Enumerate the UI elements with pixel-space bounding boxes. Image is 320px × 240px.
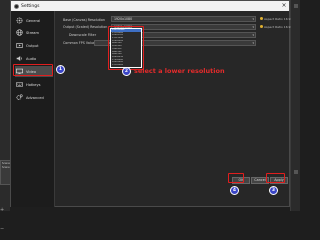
sidebar-item-label: General [26,18,41,23]
downscale-filter-row: Downscale Filter [69,31,96,38]
step-badge-2: 2 [122,67,131,76]
obs-logo-icon [14,3,19,9]
gear-icon [15,17,23,25]
ok-highlight-box [228,173,244,183]
video-highlight-box [13,64,53,76]
apply-highlight-box [266,173,285,183]
add-scene-button[interactable]: + [0,207,4,213]
scroll-down-icon[interactable] [294,170,298,174]
sidebar-item-label: Hotkeys [26,82,41,87]
globe-icon [15,29,23,37]
base-aspect-text: Aspect Ratio 16:9 [264,17,291,21]
settings-sidebar: General Stream Output Audio Video Hotkey… [11,11,55,207]
base-resolution-value: 1920x1080 [114,17,133,21]
step-badge-4: 4 [230,186,239,195]
remove-scene-button[interactable]: − [0,226,4,232]
info-icon [260,17,263,20]
scroll-up-icon[interactable] [294,4,298,8]
sidebar-item-output[interactable]: Output [15,40,53,51]
sidebar-item-advanced[interactable]: Advanced [15,92,53,103]
window-title: Settings [21,3,40,9]
output-icon [15,42,23,50]
base-resolution-select[interactable]: 1920x1080 ▾ [111,16,256,22]
info-icon [260,25,263,28]
step-badge-1: 1 [56,65,65,74]
chevron-down-icon: ▾ [252,41,254,45]
speaker-icon [15,55,23,63]
sidebar-item-label: Advanced [26,95,44,100]
fps-label: Common FPS Values [63,40,97,45]
sidebar-item-stream[interactable]: Stream [15,27,53,38]
chevron-down-icon: ▾ [252,25,254,29]
output-resolution-label: Output (Scaled) Resolution [63,24,108,29]
sidebar-item-hotkeys[interactable]: Hotkeys [15,79,53,90]
title-bar: Settings × [11,1,289,11]
sidebar-item-label: Stream [26,30,40,35]
dropdown-highlight-box [108,26,144,70]
output-aspect-text: Aspect Ratio 16:9 [264,25,291,29]
sidebar-item-label: Output [26,43,39,48]
step-badge-3: 3 [269,186,278,195]
close-button[interactable]: × [279,1,289,11]
downscale-filter-label: Downscale Filter [69,32,97,37]
advanced-gear-icon [15,94,23,102]
output-aspect-note: Aspect Ratio 16:9 [260,25,291,29]
keyboard-icon [15,81,23,89]
obs-background-right [290,0,300,211]
base-resolution-row: Base (Canvas) Resolution [63,16,105,23]
sidebar-item-audio[interactable]: Audio [15,53,53,64]
settings-dialog: Settings × General Stream Output Audio V… [10,0,291,207]
chevron-down-icon: ▾ [252,17,254,21]
chevron-down-icon: ▾ [252,33,254,37]
base-resolution-label: Base (Canvas) Resolution [63,17,106,22]
sidebar-item-label: Audio [26,56,37,61]
instruction-text: select a lower resolution [134,67,225,75]
sidebar-item-general[interactable]: General [15,15,53,26]
fps-row: Common FPS Values [63,39,97,46]
base-aspect-note: Aspect Ratio 16:9 [260,17,291,21]
output-resolution-row: Output (Scaled) Resolution [63,23,107,30]
